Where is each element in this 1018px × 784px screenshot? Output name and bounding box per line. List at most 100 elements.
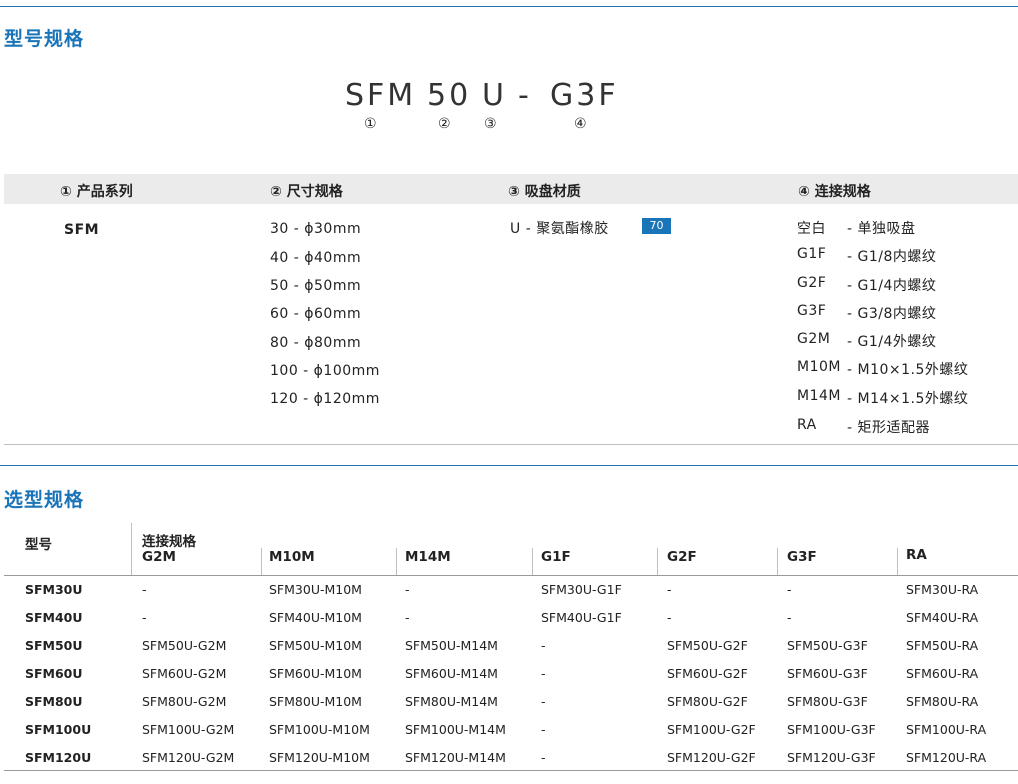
table-cell: SFM60U-G2F (667, 666, 748, 681)
connection-desc: - G3/8内螺纹 (847, 306, 937, 322)
table-cell: SFM100U-G3F (787, 722, 876, 737)
top-rule (0, 6, 1018, 7)
connection-code: G3F (797, 303, 827, 319)
connection-desc: - 矩形适配器 (847, 420, 931, 436)
table-cell: SFM50U-RA (906, 638, 979, 653)
table-column-divider (261, 548, 262, 575)
table-cell: SFM60U-RA (906, 666, 979, 681)
table-cell: SFM120U-G3F (787, 750, 876, 765)
spec-size-item: 40 - ɸ40mm (270, 250, 362, 266)
table-cell: SFM80U-G3F (787, 694, 868, 709)
table-cell: SFM100U-M14M (405, 722, 506, 737)
table-cell: SFM50U-G2F (667, 638, 748, 653)
table-cell: - (667, 610, 672, 625)
table-column-divider (396, 548, 397, 575)
spec-size-item: 100 - ɸ100mm (270, 363, 380, 379)
table-cell: SFM80U-G2F (667, 694, 748, 709)
model-code-part1: SFM (345, 78, 417, 113)
marker-2: ② (438, 116, 451, 132)
connection-code: G2F (797, 275, 827, 291)
table-cell: SFM100U-G2M (142, 722, 235, 737)
table-column-divider (777, 548, 778, 575)
table-cell: - (787, 582, 792, 597)
spec-bottom-rule (4, 444, 1018, 445)
model-code-dash: - (518, 78, 532, 113)
table-cell: SFM80U-RA (906, 694, 979, 709)
table-cell: SFM60U-M10M (269, 666, 362, 681)
table-cell: - (787, 610, 792, 625)
table-cell: SFM120U-G2F (667, 750, 756, 765)
connection-desc: - M14×1.5外螺纹 (847, 391, 969, 407)
table-cell: SFM120U-G2M (142, 750, 235, 765)
spec-size-item: 80 - ɸ80mm (270, 335, 362, 351)
table-header-g2f: G2F (667, 549, 697, 565)
spec-header-series: ① 产品系列 (60, 184, 133, 200)
table-cell: - (667, 582, 672, 597)
spec-size-item: 50 - ɸ50mm (270, 278, 362, 294)
model-code-part3: U (482, 78, 507, 113)
table-cell: SFM60U-M14M (405, 666, 498, 681)
table-row-model: SFM120U (25, 750, 92, 765)
table-bottom-rule (4, 770, 1018, 771)
table-header-group: 连接规格 (142, 534, 196, 550)
table-cell: SFM100U-M10M (269, 722, 370, 737)
connection-desc: - G1/8内螺纹 (847, 249, 937, 265)
table-cell: - (541, 750, 546, 765)
table-cell: SFM40U-M10M (269, 610, 362, 625)
model-code-part2: 50 (427, 78, 472, 113)
spec-size-item: 60 - ɸ60mm (270, 306, 362, 322)
spec-size-item: 30 - ɸ30mm (270, 221, 362, 237)
table-cell: SFM50U-M10M (269, 638, 362, 653)
table-cell: SFM80U-G2M (142, 694, 227, 709)
table-row-model: SFM60U (25, 666, 83, 681)
table-cell: SFM40U-G1F (541, 610, 622, 625)
marker-3: ③ (484, 116, 497, 132)
table-header-g1f: G1F (541, 549, 571, 565)
table-cell: - (405, 582, 410, 597)
connection-code: M10M (797, 359, 841, 375)
spec-header-size: ② 尺寸规格 (270, 184, 343, 200)
table-cell: SFM50U-G3F (787, 638, 868, 653)
table-header-rule (4, 575, 1018, 576)
spec-material-value: U - 聚氨酯橡胶 (510, 221, 609, 237)
connection-code: 空白 (797, 221, 826, 237)
table-header-g2m: G2M (142, 549, 176, 565)
table-cell: SFM50U-M14M (405, 638, 498, 653)
table-column-divider (657, 548, 658, 575)
section-title-model-spec: 型号规格 (4, 28, 85, 50)
table-cell: SFM40U-RA (906, 610, 979, 625)
table-cell: SFM120U-M14M (405, 750, 506, 765)
table-cell: - (541, 694, 546, 709)
spec-header-material: ③ 吸盘材质 (508, 184, 581, 200)
table-cell: SFM100U-G2F (667, 722, 756, 737)
table-row-model: SFM100U (25, 722, 92, 737)
table-cell: - (142, 610, 147, 625)
table-row-model: SFM50U (25, 638, 83, 653)
table-header-m10m: M10M (269, 549, 315, 565)
connection-code: RA (797, 417, 817, 433)
connection-desc: - M10×1.5外螺纹 (847, 362, 969, 378)
connection-desc: - G1/4内螺纹 (847, 278, 937, 294)
table-cell: SFM30U-G1F (541, 582, 622, 597)
table-cell: SFM80U-M10M (269, 694, 362, 709)
table-cell: SFM120U-RA (906, 750, 987, 765)
table-cell: SFM60U-G2M (142, 666, 227, 681)
table-row-model: SFM40U (25, 610, 83, 625)
marker-4: ④ (574, 116, 587, 132)
material-hardness-badge: 70 (642, 218, 671, 234)
connection-code: M14M (797, 388, 841, 404)
table-cell: - (541, 638, 546, 653)
spec-series-value: SFM (64, 222, 100, 238)
section2-rule (0, 465, 1018, 466)
table-column-divider (897, 548, 898, 575)
connection-desc: - G1/4外螺纹 (847, 334, 937, 350)
table-cell: SFM60U-G3F (787, 666, 868, 681)
table-cell: SFM30U-RA (906, 582, 979, 597)
section-title-selection: 选型规格 (4, 489, 85, 511)
connection-desc: - 单独吸盘 (847, 221, 916, 237)
table-cell: SFM100U-RA (906, 722, 987, 737)
table-cell: - (541, 722, 546, 737)
marker-1: ① (364, 116, 377, 132)
table-row-model: SFM30U (25, 582, 83, 597)
table-column-divider (532, 548, 533, 575)
